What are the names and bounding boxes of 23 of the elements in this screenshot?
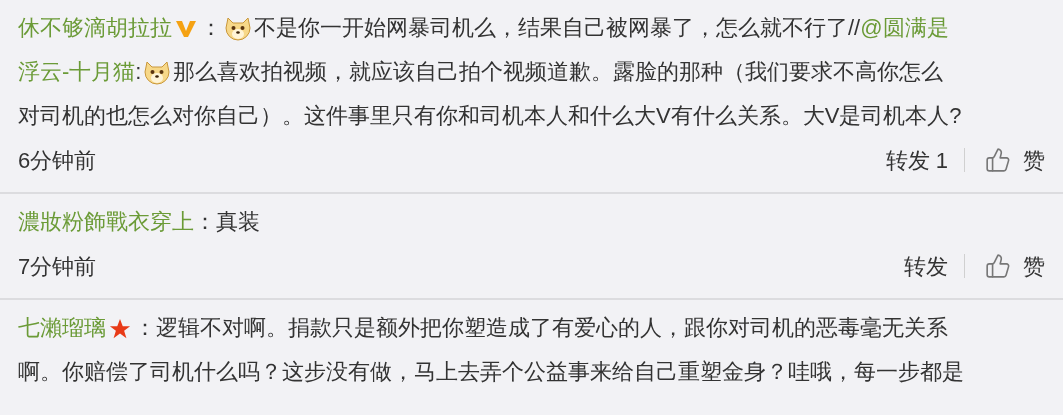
timestamp: 7分钟前 <box>18 252 97 281</box>
repost-button[interactable]: 转发 1 <box>885 143 964 177</box>
comment-text: : <box>135 59 142 84</box>
comment-text: 那么喜欢拍视频，就应该自己拍个视频道歉。露脸的那种（我们要求不高你怎么 <box>173 59 944 84</box>
timestamp: 6分钟前 <box>18 146 97 175</box>
comment-text: ：真装 <box>194 209 260 234</box>
username-link[interactable]: 浮云-十月猫 <box>18 59 136 84</box>
thumbs-up-icon <box>985 253 1011 279</box>
comment-text: 啊。你赔偿了司机什么吗？这步没有做，马上去弄个公益事来给自己重塑金身？哇哦，每一步都是 <box>18 359 964 384</box>
v-badge-icon <box>175 19 197 40</box>
repost-button[interactable]: 转发 <box>904 249 964 283</box>
like-button[interactable]: 赞 <box>965 249 1045 283</box>
username-link[interactable]: 濃妝粉飾戰衣穿上 <box>18 209 194 234</box>
like-button[interactable]: 赞 <box>965 143 1045 177</box>
comment-text: 不是你一开始网暴司机么，结果自己被网暴了，怎么就不行了// <box>254 15 861 40</box>
username-link[interactable]: @圆满是 <box>860 15 949 40</box>
comment-text: 对司机的也怎么对你自己）。这件事里只有你和司机本人和什么大V有什么关系。大V是司机本人? <box>18 103 962 128</box>
thumbs-up-icon <box>985 147 1011 173</box>
comment-text: ：逻辑不对啊。捐款只是额外把你塑造成了有爱心的人，跟你对司机的恶毒毫无关系 <box>134 315 948 340</box>
comment-text: ： <box>200 15 222 40</box>
username-link[interactable]: 休不够滴胡拉拉 <box>18 15 172 40</box>
username-link[interactable]: 七瀨瑠璃 <box>18 315 106 340</box>
star-badge-icon <box>109 318 131 341</box>
